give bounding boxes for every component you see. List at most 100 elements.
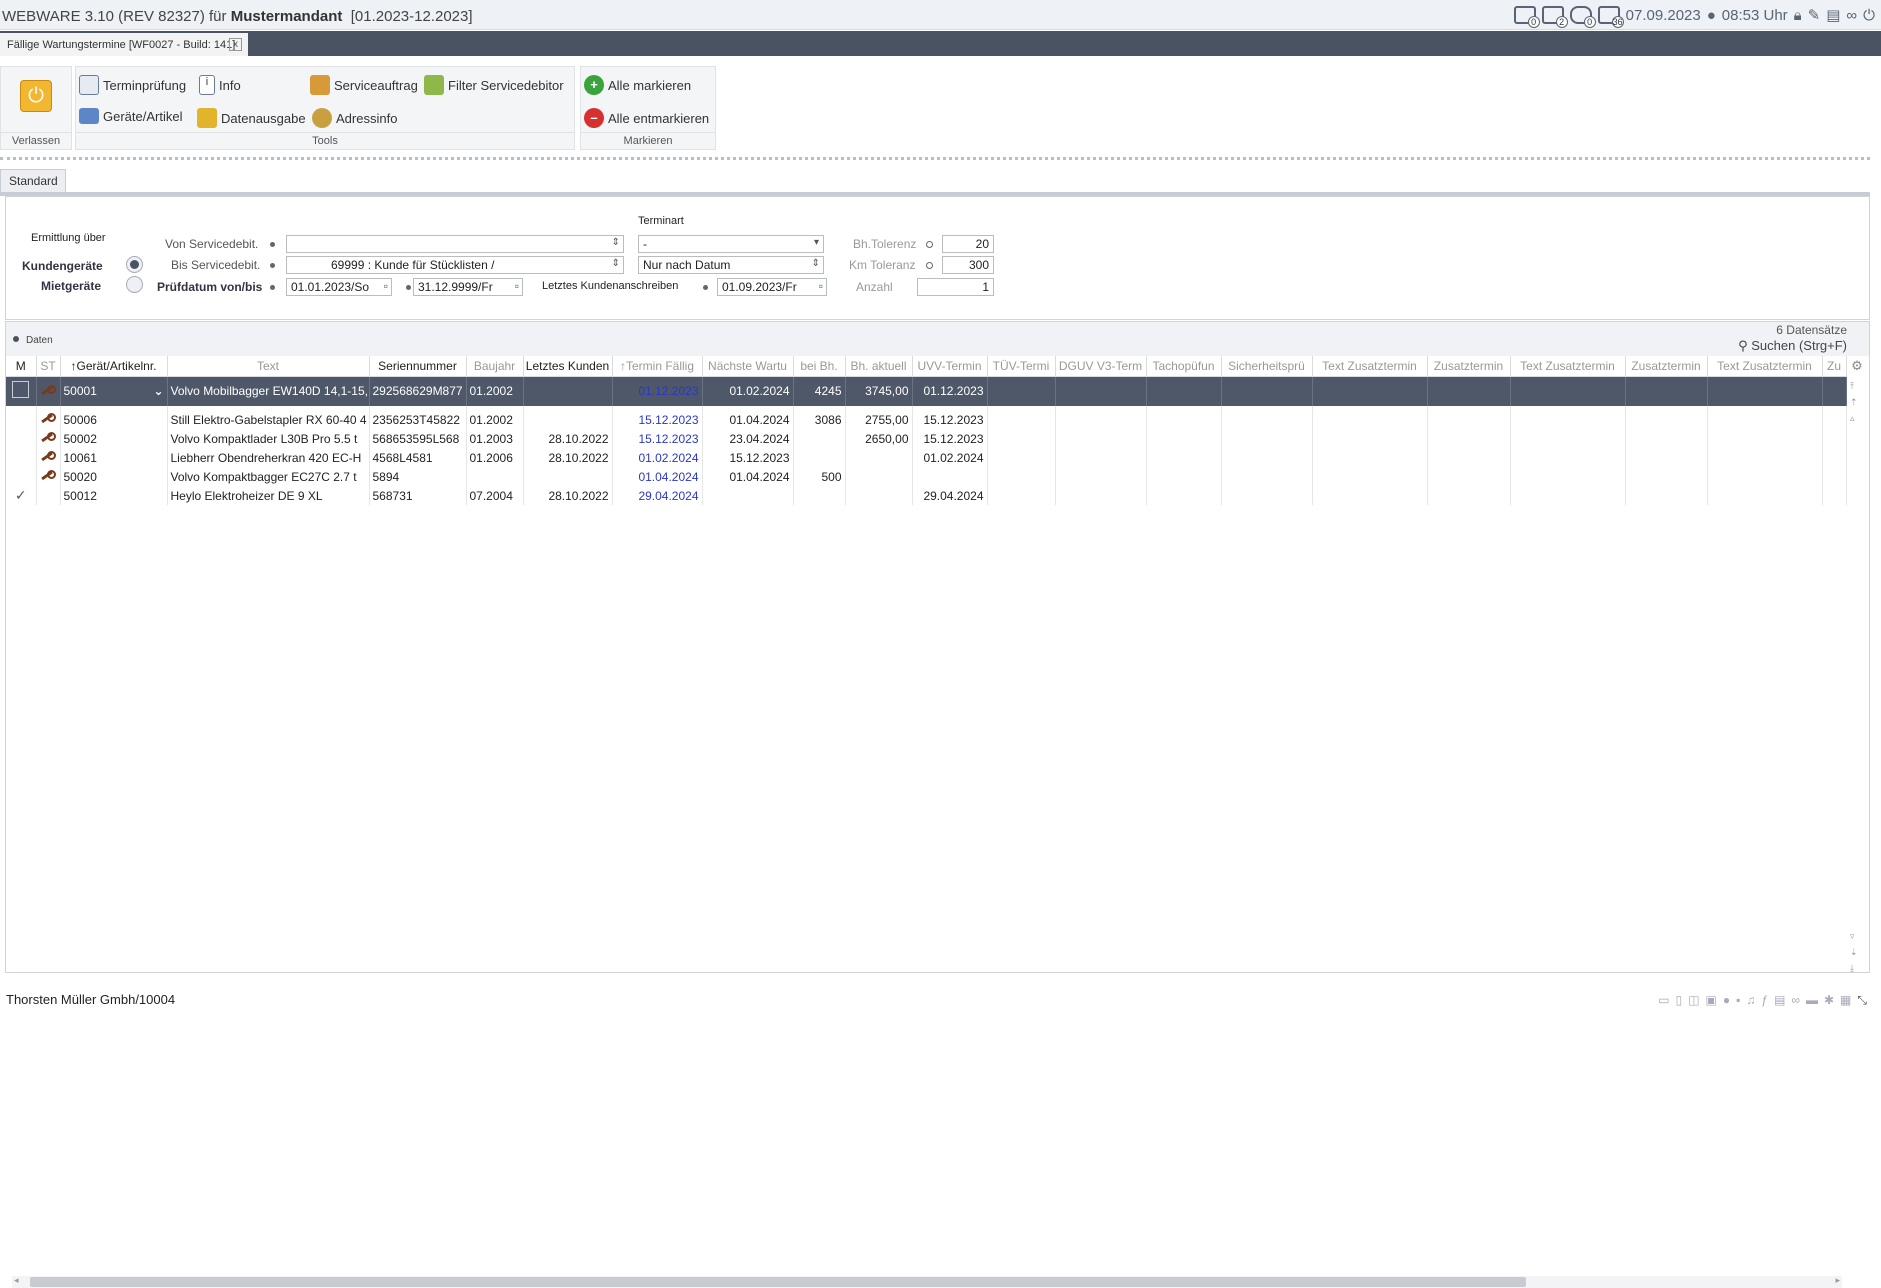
mark-cell[interactable] bbox=[6, 429, 37, 448]
mark-cell[interactable] bbox=[6, 410, 37, 429]
documents-icon[interactable]: 2 bbox=[1541, 6, 1568, 28]
alle-markieren-button[interactable]: + Alle markieren bbox=[584, 75, 691, 95]
column-settings-icon[interactable]: ⚙ bbox=[1846, 356, 1868, 376]
table-row[interactable]: ✓ 50012 Heylo Elektroheizer DE 9 XL 5687… bbox=[6, 486, 1847, 505]
datum-mode-select[interactable]: Nur nach Datum bbox=[638, 256, 824, 274]
horizontal-scroll-thumb[interactable] bbox=[30, 1277, 1526, 1287]
keyboard-icon[interactable]: ▬ bbox=[1806, 993, 1824, 1007]
filter-servicedebitor-button[interactable]: Filter Servicedebitor bbox=[424, 75, 564, 95]
mark-cell[interactable] bbox=[6, 448, 37, 467]
col-baujahr[interactable]: Baujahr bbox=[466, 356, 524, 377]
mietgeraete-radio[interactable] bbox=[126, 276, 143, 293]
col-seriennummer[interactable]: Seriennummer bbox=[369, 356, 467, 377]
col-termin-faellig[interactable]: ↑Termin Fällig bbox=[612, 356, 703, 377]
terminpruefung-button[interactable]: Terminprüfung bbox=[79, 75, 186, 95]
horizontal-scrollbar[interactable]: ◂ ▸ bbox=[12, 1275, 1842, 1288]
grid-icon[interactable]: ▦ bbox=[1840, 993, 1857, 1007]
status-cell bbox=[36, 486, 61, 505]
tab-standard[interactable]: Standard bbox=[0, 169, 66, 192]
checkbox[interactable] bbox=[12, 381, 30, 399]
geraete-artikel-button[interactable]: Geräte/Artikel bbox=[79, 108, 182, 124]
calendar-icon[interactable]: 36 bbox=[1597, 6, 1624, 28]
scroll-page-up-icon[interactable]: ⇡ bbox=[1850, 394, 1864, 410]
adressinfo-button[interactable]: Adressinfo bbox=[312, 108, 397, 128]
kundengeraete-radio[interactable] bbox=[126, 256, 143, 273]
col-dguv-v3-termin[interactable]: DGUV V3-Term bbox=[1055, 356, 1147, 377]
mark-cell[interactable]: ✓ bbox=[6, 486, 37, 505]
col-zusatztermin-2[interactable]: Zusatztermin bbox=[1625, 356, 1708, 377]
lock-icon[interactable]: ▪ bbox=[1736, 993, 1746, 1007]
scroll-right-icon[interactable]: ▸ bbox=[1835, 1275, 1840, 1286]
mark-checkbox[interactable] bbox=[6, 376, 37, 406]
pruefdatum-bis-input[interactable]: 31.12.9999/Fr bbox=[413, 278, 523, 296]
table-row[interactable]: 50020 Volvo Kompaktbagger EC27C 2.7 t 58… bbox=[6, 467, 1847, 486]
chevron-down-icon[interactable]: ⌄ bbox=[153, 384, 163, 398]
bis-servicedebitor-select[interactable]: 69999 : Kunde für Stücklisten / bbox=[286, 256, 624, 274]
expand-icon[interactable]: ⤡ bbox=[1857, 993, 1873, 1007]
search-button[interactable]: ⚲ Suchen (Strg+F) bbox=[1738, 338, 1847, 354]
scroll-top-icon[interactable]: ⤒ bbox=[1850, 378, 1864, 394]
col-sicherheitspruefung[interactable]: Sicherheitsprü bbox=[1221, 356, 1313, 377]
col-tuev-termin[interactable]: TÜV-Termi bbox=[987, 356, 1056, 377]
table-row[interactable]: 50002 Volvo Kompaktlader L30B Pro 5.5 t … bbox=[6, 429, 1847, 448]
col-zu[interactable]: Zu bbox=[1822, 356, 1847, 377]
scroll-up-icon[interactable]: ▵ bbox=[1850, 410, 1864, 426]
datenausgabe-button[interactable]: Datenausgabe bbox=[197, 108, 306, 128]
von-servicedebitor-select[interactable] bbox=[286, 235, 624, 253]
globe-icon[interactable]: ● bbox=[1723, 993, 1736, 1007]
col-zusatztermin-1[interactable]: Zusatztermin bbox=[1427, 356, 1511, 377]
power-icon[interactable]: ⏻ bbox=[1863, 7, 1875, 24]
letztes-kundenanschreiben-input[interactable]: 01.09.2023/Fr bbox=[717, 278, 827, 296]
col-tachopruefung[interactable]: Tachopüfun bbox=[1146, 356, 1222, 377]
current-date: 07.09.2023 bbox=[1625, 6, 1701, 24]
col-uvv-termin[interactable]: UVV-Termin bbox=[912, 356, 988, 377]
col-naechste-wartung[interactable]: Nächste Wartu bbox=[702, 356, 794, 377]
link-icon[interactable]: ∞ bbox=[1791, 993, 1806, 1007]
link-icon[interactable]: ∞ bbox=[1846, 7, 1857, 24]
windows-icon[interactable]: ◫ bbox=[1688, 993, 1705, 1007]
mark-cell[interactable] bbox=[6, 467, 37, 486]
lock-icon[interactable]: 🔒︎ bbox=[1794, 7, 1802, 24]
pruefdatum-von-input[interactable]: 01.01.2023/So bbox=[286, 278, 392, 296]
formula-icon[interactable]: ƒ bbox=[1761, 993, 1774, 1007]
vertical-scrollbar[interactable]: ⤒ ⇡ ▵ ▿ ⇣ ⤓ bbox=[1850, 378, 1864, 976]
col-text-zusatztermin-3[interactable]: Text Zusatztermin bbox=[1707, 356, 1823, 377]
tasks-icon[interactable]: 0 bbox=[1513, 6, 1540, 28]
exit-button[interactable]: ⏻ bbox=[20, 80, 52, 112]
close-tab-icon[interactable]: x bbox=[229, 38, 242, 51]
col-text-zusatztermin-2[interactable]: Text Zusatztermin bbox=[1510, 356, 1626, 377]
alle-entmarkieren-button[interactable]: – Alle entmarkieren bbox=[584, 108, 709, 128]
table-row[interactable]: 50006 Still Elektro-Gabelstapler RX 60-4… bbox=[6, 410, 1847, 429]
bell-icon[interactable]: ♫ bbox=[1746, 993, 1761, 1007]
col-bh-aktuell[interactable]: Bh. aktuell bbox=[845, 356, 913, 377]
col-st[interactable]: ST bbox=[36, 356, 61, 377]
col-bei-bh[interactable]: bei Bh. bbox=[793, 356, 846, 377]
tab-faellige-wartungstermine[interactable]: Fällige Wartungstermine [WF0027 - Build:… bbox=[0, 33, 248, 56]
scroll-down-controls[interactable]: ▿ ⇣ ⤓ bbox=[1850, 928, 1858, 976]
col-letztes-kunden[interactable]: Letztes Kunden bbox=[523, 356, 613, 377]
export-icon[interactable]: ▤ bbox=[1826, 6, 1840, 24]
screen-icon[interactable]: ▣ bbox=[1706, 993, 1723, 1007]
serviceauftrag-button[interactable]: Serviceauftrag bbox=[310, 75, 418, 95]
col-text[interactable]: Text bbox=[167, 356, 370, 377]
pin-icon[interactable]: ✎ bbox=[1808, 6, 1821, 24]
notes-icon[interactable]: ▤ bbox=[1774, 993, 1791, 1007]
table-row[interactable]: 50001 ⌄ Volvo Mobilbagger EW140D 14,1-15,… bbox=[6, 376, 1847, 406]
settings-icon[interactable]: ✱ bbox=[1824, 993, 1840, 1007]
col-geraet-artikelnr[interactable]: ↑Gerät/Artikelnr. bbox=[60, 356, 168, 377]
geraet-nr-cell[interactable]: 50001 ⌄ bbox=[60, 376, 168, 406]
terminart-select[interactable]: - bbox=[638, 235, 824, 253]
anzahl-input[interactable]: 1 bbox=[917, 278, 994, 296]
status-bar-tools[interactable]: ▭▯◫▣●▪♫ƒ▤∞▬✱▦⤡ bbox=[1658, 993, 1873, 1008]
printer-icon[interactable]: ▭ bbox=[1658, 993, 1675, 1007]
col-m[interactable]: M bbox=[6, 356, 37, 377]
bh-toleranz-input[interactable]: 20 bbox=[942, 235, 994, 253]
table-row[interactable]: 10061 Liebherr Obendreherkran 420 EC-H 4… bbox=[6, 448, 1847, 467]
scroll-left-icon[interactable]: ◂ bbox=[14, 1275, 19, 1286]
calculator-icon[interactable]: ▯ bbox=[1676, 993, 1689, 1007]
km-toleranz-input[interactable]: 300 bbox=[942, 256, 994, 274]
col-text-zusatztermin-1[interactable]: Text Zusatztermin bbox=[1312, 356, 1428, 377]
messages-icon[interactable]: 0 bbox=[1569, 6, 1596, 28]
info-button[interactable]: i Info bbox=[199, 75, 241, 95]
ribbon-splitter[interactable] bbox=[0, 157, 1870, 160]
